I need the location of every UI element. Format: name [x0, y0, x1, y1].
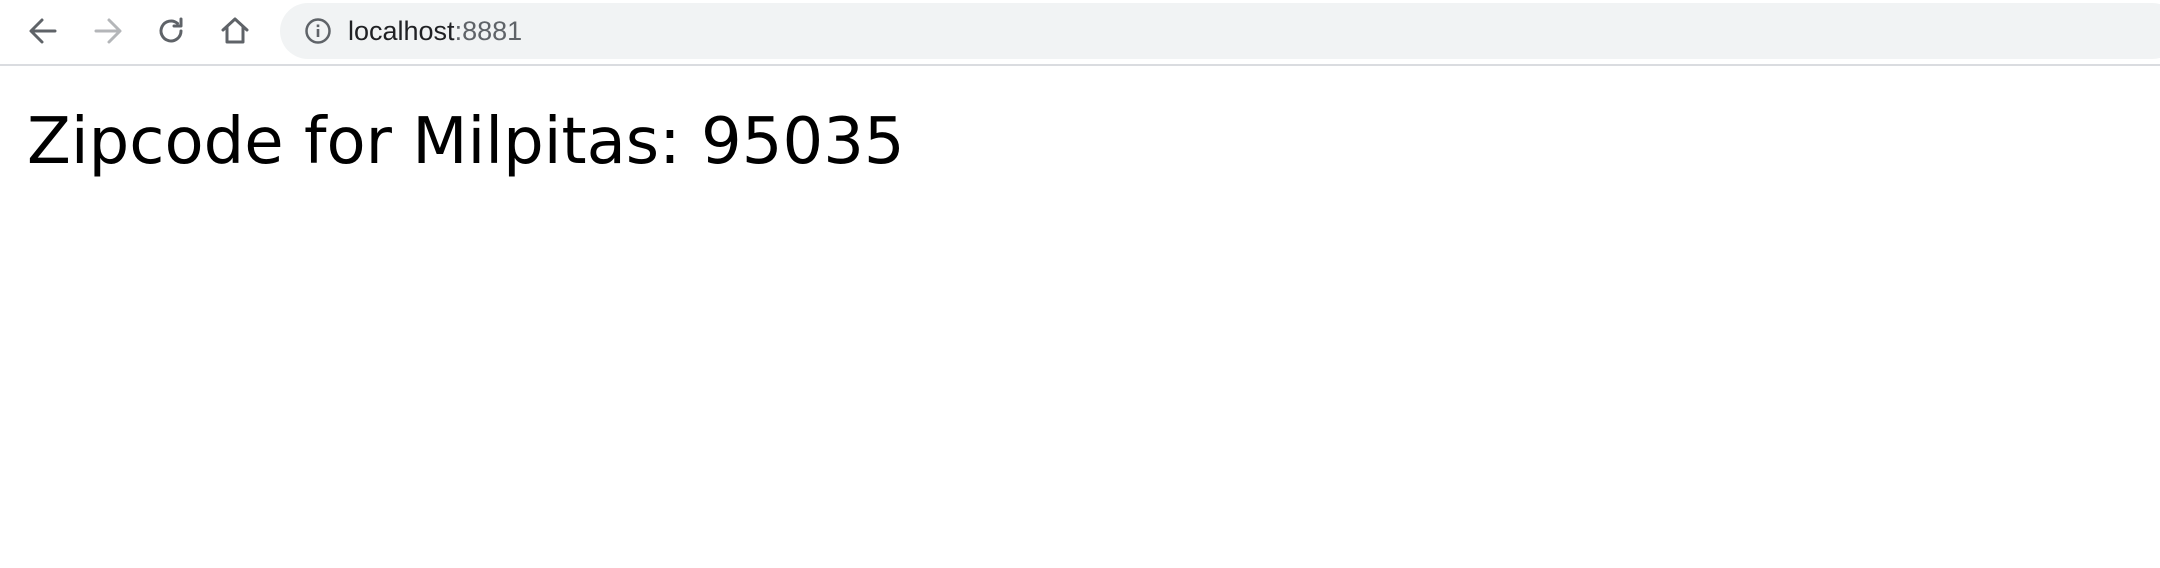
forward-button[interactable] — [86, 9, 130, 53]
home-button[interactable] — [213, 9, 257, 53]
home-icon — [221, 17, 249, 44]
reload-button[interactable] — [149, 9, 193, 53]
back-button[interactable] — [21, 9, 65, 53]
info-icon[interactable] — [304, 17, 332, 45]
arrow-right-icon — [94, 18, 122, 44]
url-port: :8881 — [454, 16, 523, 46]
address-bar[interactable]: localhost:8881 — [280, 3, 2160, 59]
url-host: localhost — [348, 16, 455, 46]
url-text[interactable]: localhost:8881 — [348, 3, 522, 59]
reload-icon — [159, 17, 183, 43]
browser-toolbar: localhost:8881 — [0, 0, 2160, 66]
arrow-left-icon — [29, 18, 57, 44]
page-heading: Zipcode for Milpitas: 95035 — [27, 105, 905, 179]
